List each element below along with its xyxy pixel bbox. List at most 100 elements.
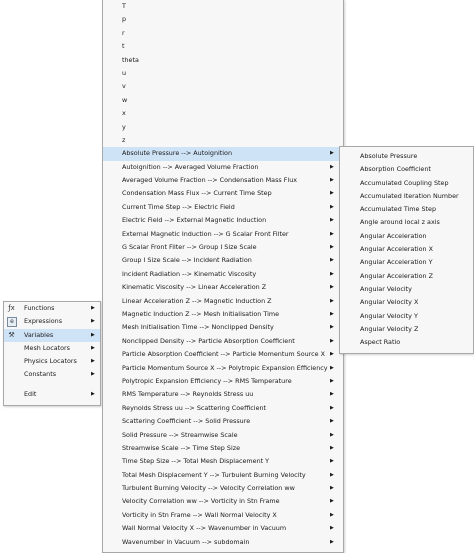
function-icon: ƒx xyxy=(8,304,15,312)
menu-item-physics-locators[interactable]: Physics Locators ▶ xyxy=(4,355,100,368)
variable-item-p[interactable]: p xyxy=(103,13,343,26)
submenu-item[interactable]: Angular Acceleration Y xyxy=(340,256,473,269)
submenu-item[interactable]: Angular Acceleration Z xyxy=(340,270,473,283)
submenu-arrow-icon: ▶ xyxy=(330,351,334,358)
variable-item-z[interactable]: z xyxy=(103,134,343,147)
range-item[interactable]: Wall Normal Velocity X --> Wavenumber in… xyxy=(103,522,343,535)
range-item[interactable]: Linear Acceleration Z --> Magnetic Induc… xyxy=(103,295,343,308)
menu-item-edit[interactable]: Edit ▶ xyxy=(4,388,100,401)
range-item[interactable]: Streamwise Scale --> Time Step Size ▶ xyxy=(103,442,343,455)
variable-item-v[interactable]: v xyxy=(103,80,343,93)
range-item[interactable]: Vorticity in Stn Frame --> Wall Normal V… xyxy=(103,509,343,522)
submenu-arrow-icon: ▶ xyxy=(330,431,334,438)
submenu-arrow-icon: ▶ xyxy=(330,163,334,170)
menu-item-expressions[interactable]: e Expressions ▶ xyxy=(4,315,100,328)
submenu-arrow-icon: ▶ xyxy=(330,284,334,291)
variable-item-y[interactable]: y xyxy=(103,121,343,134)
submenu-arrow-icon: ▶ xyxy=(330,485,334,492)
range-item[interactable]: Kinematic Viscosity --> Linear Accelerat… xyxy=(103,281,343,294)
submenu-arrow-icon: ▶ xyxy=(330,511,334,518)
submenu-item[interactable]: Angular Acceleration X xyxy=(340,243,473,256)
submenu-arrow-icon: ▶ xyxy=(330,538,334,545)
submenu-arrow-icon: ▶ xyxy=(330,310,334,317)
submenu-item[interactable]: Accumulated Time Step xyxy=(340,203,473,216)
range-item[interactable]: Magnetic Induction Z --> Mesh Initialisa… xyxy=(103,308,343,321)
menu-item-functions[interactable]: ƒx Functions ▶ xyxy=(4,302,100,315)
range-item[interactable]: Incident Radiation --> Kinematic Viscosi… xyxy=(103,268,343,281)
range-item[interactable]: Turbulent Burning Velocity --> Velocity … xyxy=(103,482,343,495)
submenu-arrow-icon: ▶ xyxy=(330,404,334,411)
submenu-arrow-icon: ▶ xyxy=(330,177,334,184)
range-item[interactable]: Current Time Step --> Electric Field ▶ xyxy=(103,201,343,214)
submenu-arrow-icon: ▶ xyxy=(91,371,95,378)
range-item[interactable]: External Magnetic Induction --> G Scalar… xyxy=(103,228,343,241)
submenu-arrow-icon: ▶ xyxy=(330,217,334,224)
submenu-arrow-icon: ▶ xyxy=(330,190,334,197)
submenu-arrow-icon: ▶ xyxy=(330,391,334,398)
submenu-item[interactable]: Angular Acceleration xyxy=(340,230,473,243)
range-item[interactable]: Electric Field --> External Magnetic Ind… xyxy=(103,214,343,227)
submenu-item[interactable]: Absorption Coefficient xyxy=(340,163,473,176)
submenu-item[interactable]: Angular Velocity Y xyxy=(340,310,473,323)
submenu-arrow-icon: ▶ xyxy=(330,297,334,304)
submenu-arrow-icon: ▶ xyxy=(330,337,334,344)
variable-item-w[interactable]: w xyxy=(103,94,343,107)
variable-item-x[interactable]: x xyxy=(103,107,343,120)
variable-item-u[interactable]: u xyxy=(103,67,343,80)
range-item[interactable]: Velocity Correlation ww --> Vorticity in… xyxy=(103,495,343,508)
submenu-item[interactable]: Aspect Ratio xyxy=(340,336,473,349)
menu-item-constants[interactable]: Constants ▶ xyxy=(4,368,100,381)
submenu-item[interactable]: Angular Velocity X xyxy=(340,296,473,309)
menu-item-variables[interactable]: ⚒ Variables ▶ xyxy=(4,328,100,342)
submenu-arrow-icon: ▶ xyxy=(330,364,334,371)
expression-icon: e xyxy=(7,317,17,328)
submenu-item[interactable]: Angular Velocity xyxy=(340,283,473,296)
range-item[interactable]: Solid Pressure --> Streamwise Scale ▶ xyxy=(103,429,343,442)
submenu-arrow-icon: ▶ xyxy=(91,390,95,397)
variable-item-theta[interactable]: theta xyxy=(103,54,343,67)
variables-menu: T p r t theta u v w x y z Absolute Press… xyxy=(102,0,344,553)
menu-item-mesh-locators[interactable]: Mesh Locators ▶ xyxy=(4,342,100,355)
context-menu: ƒx Functions ▶ e Expressions ▶ ⚒ Variabl… xyxy=(3,301,101,406)
range-item[interactable]: Particle Absorption Coefficient --> Part… xyxy=(103,348,343,361)
submenu-arrow-icon: ▶ xyxy=(330,418,334,425)
variable-submenu: Absolute Pressure Absorption Coefficient… xyxy=(339,146,474,354)
range-item[interactable]: RMS Temperature --> Reynolds Stress uu ▶ xyxy=(103,388,343,401)
range-item[interactable]: Autoignition --> Averaged Volume Fractio… xyxy=(103,161,343,174)
submenu-arrow-icon: ▶ xyxy=(330,203,334,210)
submenu-arrow-icon: ▶ xyxy=(330,471,334,478)
range-item[interactable]: Mesh Initialisation Time --> Nonclipped … xyxy=(103,321,343,334)
submenu-arrow-icon: ▶ xyxy=(91,318,95,325)
range-item[interactable]: Total Mesh Displacement Y --> Turbulent … xyxy=(103,469,343,482)
submenu-arrow-icon: ▶ xyxy=(330,458,334,465)
variable-item-t[interactable]: t xyxy=(103,40,343,53)
range-item[interactable]: Reynolds Stress uu --> Scattering Coeffi… xyxy=(103,402,343,415)
range-item[interactable]: G Scalar Front Filter --> Group I Size S… xyxy=(103,241,343,254)
range-item[interactable]: Group I Size Scale --> Incident Radiatio… xyxy=(103,254,343,267)
submenu-arrow-icon: ▶ xyxy=(330,270,334,277)
submenu-arrow-icon: ▶ xyxy=(330,444,334,451)
submenu-item[interactable]: Absolute Pressure xyxy=(340,150,473,163)
submenu-arrow-icon: ▶ xyxy=(330,525,334,532)
range-item[interactable]: Averaged Volume Fraction --> Condensatio… xyxy=(103,174,343,187)
submenu-arrow-icon: ▶ xyxy=(330,377,334,384)
submenu-arrow-icon: ▶ xyxy=(330,498,334,505)
variable-item-r[interactable]: r xyxy=(103,27,343,40)
range-item[interactable]: Nonclipped Density --> Particle Absorpti… xyxy=(103,335,343,348)
submenu-item[interactable]: Angle around local z axis xyxy=(340,216,473,229)
submenu-arrow-icon: ▶ xyxy=(330,257,334,264)
variables-icon: ⚒ xyxy=(8,330,15,339)
range-item[interactable]: Time Step Size --> Total Mesh Displaceme… xyxy=(103,455,343,468)
submenu-item[interactable]: Accumulated Iteration Number xyxy=(340,190,473,203)
range-item[interactable]: Particle Momentum Source X --> Polytropi… xyxy=(103,362,343,375)
submenu-arrow-icon: ▶ xyxy=(91,305,95,311)
submenu-item[interactable]: Accumulated Coupling Step xyxy=(340,177,473,190)
submenu-arrow-icon: ▶ xyxy=(330,324,334,331)
variable-item-T[interactable]: T xyxy=(103,0,343,13)
range-item[interactable]: Absolute Pressure --> Autoignition ▶ xyxy=(103,147,343,161)
range-item[interactable]: Polytropic Expansion Efficiency --> RMS … xyxy=(103,375,343,388)
range-item[interactable]: Wavenumber in Vacuum --> subdomain ▶ xyxy=(103,536,343,549)
submenu-item[interactable]: Angular Velocity Z xyxy=(340,323,473,336)
range-item[interactable]: Condensation Mass Flux --> Current Time … xyxy=(103,187,343,200)
range-item[interactable]: Scattering Coefficient --> Solid Pressur… xyxy=(103,415,343,428)
